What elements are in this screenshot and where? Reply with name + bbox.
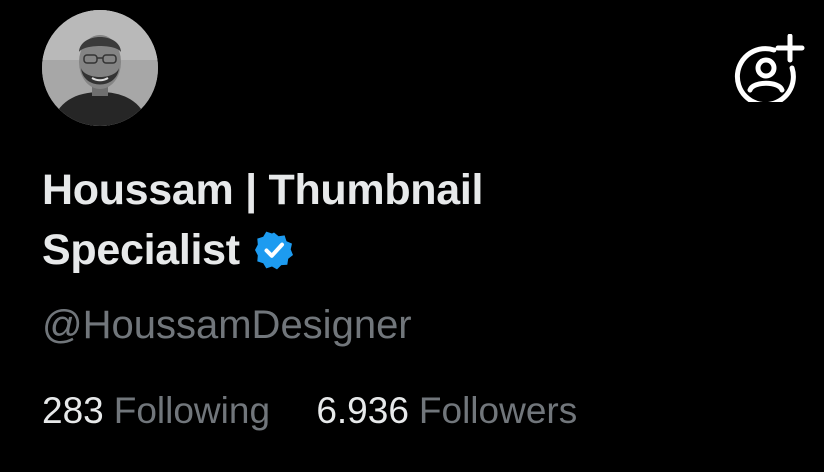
following-count: 283 [42,390,104,431]
followers-link[interactable]: 6.936 Followers [316,386,577,436]
verified-badge-icon[interactable] [254,230,294,270]
avatar-photo [42,10,158,126]
profile-stats: 283 Following 6.936 Followers [42,386,577,436]
add-user-icon[interactable] [734,34,806,102]
following-label: Following [113,390,271,431]
following-link[interactable]: 283 Following [42,386,270,436]
followers-label: Followers [418,390,578,431]
avatar[interactable] [42,10,158,126]
username-handle: @HoussamDesigner [42,303,412,347]
followers-count: 6.936 [316,390,409,431]
display-name: Houssam | Thumbnail Specialist [42,160,602,280]
